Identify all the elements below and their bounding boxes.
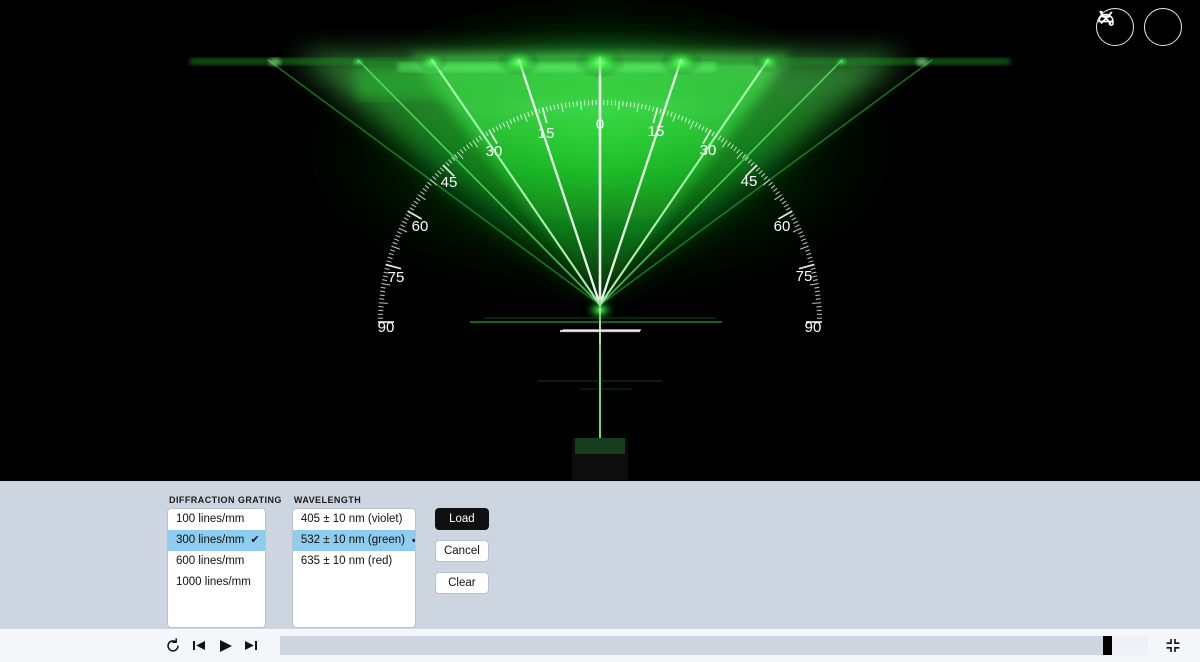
svg-text:15: 15	[538, 125, 555, 142]
svg-text:90: 90	[805, 319, 822, 336]
play-button[interactable]	[212, 633, 238, 659]
grating-group: DIFFRACTION GRATING 100 lines/mm300 line…	[167, 495, 282, 628]
scrubber-handle[interactable]	[1103, 636, 1112, 655]
clear-button[interactable]: Clear	[435, 572, 489, 594]
diffraction-grating-option-2[interactable]: 600 lines/mm	[168, 551, 265, 572]
replay-button[interactable]	[160, 633, 186, 659]
exit-fullscreen-icon	[1164, 637, 1182, 654]
svg-text:60: 60	[412, 218, 429, 235]
diffraction-grating-option-0[interactable]: 100 lines/mm	[168, 509, 265, 530]
diffraction-grating-option-1[interactable]: 300 lines/mm ✔	[168, 530, 265, 551]
prev-frame-button[interactable]	[186, 633, 212, 659]
check-icon: ✔	[411, 530, 416, 551]
control-panel: DIFFRACTION GRATING 100 lines/mm300 line…	[0, 481, 1200, 629]
simulation-stage[interactable]: 0 15 15 30 30 45 45 60 60 75 75 90 90	[0, 0, 1200, 481]
svg-text:30: 30	[486, 143, 503, 160]
exit-fullscreen-button[interactable]	[1158, 633, 1188, 659]
wavelength-group-title: WAVELENGTH	[294, 495, 416, 505]
grating-listbox[interactable]: 100 lines/mm300 lines/mm ✔ 600 lines/mm100…	[167, 508, 266, 628]
svg-text:30: 30	[700, 142, 717, 159]
option-label: 100 lines/mm	[176, 509, 244, 530]
control-groups: DIFFRACTION GRATING 100 lines/mm300 line…	[167, 495, 489, 628]
cancel-button[interactable]: Cancel	[435, 540, 489, 562]
wavelength-group: WAVELENGTH 405 ± 10 nm (violet)532 ± 10 …	[292, 495, 416, 628]
option-label: 532 ± 10 nm (green)	[301, 530, 405, 551]
svg-text:15: 15	[648, 123, 665, 140]
tools-settings-button[interactable]	[1144, 8, 1182, 46]
option-label: 405 ± 10 nm (violet)	[301, 509, 403, 530]
wavelength-listbox[interactable]: 405 ± 10 nm (violet)532 ± 10 nm (green) ✔…	[292, 508, 416, 628]
option-label: 600 lines/mm	[176, 551, 244, 572]
option-label: 300 lines/mm	[176, 530, 244, 551]
scrubber[interactable]	[280, 636, 1148, 655]
play-icon	[217, 638, 234, 654]
laser-scene: 0 15 15 30 30 45 45 60 60 75 75 90 90	[0, 0, 1200, 481]
grating-group-title: DIFFRACTION GRATING	[169, 495, 282, 505]
wavelength-option-2[interactable]: 635 ± 10 nm (red)	[293, 551, 415, 572]
tools-icon	[1096, 8, 1116, 28]
svg-text:45: 45	[741, 173, 758, 190]
check-icon: ✔	[250, 530, 259, 551]
svg-text:45: 45	[441, 174, 458, 191]
app-root: 0 15 15 30 30 45 45 60 60 75 75 90 90	[0, 0, 1200, 662]
diffraction-grating-option-3[interactable]: 1000 lines/mm	[168, 572, 265, 593]
load-button[interactable]: Load	[435, 508, 489, 530]
prev-icon	[191, 638, 207, 653]
playback-bar	[0, 629, 1200, 662]
svg-text:75: 75	[796, 268, 813, 285]
wavelength-option-1[interactable]: 532 ± 10 nm (green) ✔	[293, 530, 415, 551]
svg-text:75: 75	[388, 269, 405, 286]
scrubber-fill	[280, 636, 1105, 655]
replay-icon	[166, 638, 181, 653]
next-icon	[243, 638, 259, 653]
next-frame-button[interactable]	[238, 633, 264, 659]
svg-text:90: 90	[378, 319, 395, 336]
option-label: 1000 lines/mm	[176, 572, 251, 593]
option-label: 635 ± 10 nm (red)	[301, 551, 392, 572]
wavelength-option-0[interactable]: 405 ± 10 nm (violet)	[293, 509, 415, 530]
panel-buttons: Load Cancel Clear	[435, 495, 489, 604]
stage-toolbar	[1096, 8, 1182, 46]
svg-text:60: 60	[774, 218, 791, 235]
svg-text:0: 0	[596, 116, 604, 133]
